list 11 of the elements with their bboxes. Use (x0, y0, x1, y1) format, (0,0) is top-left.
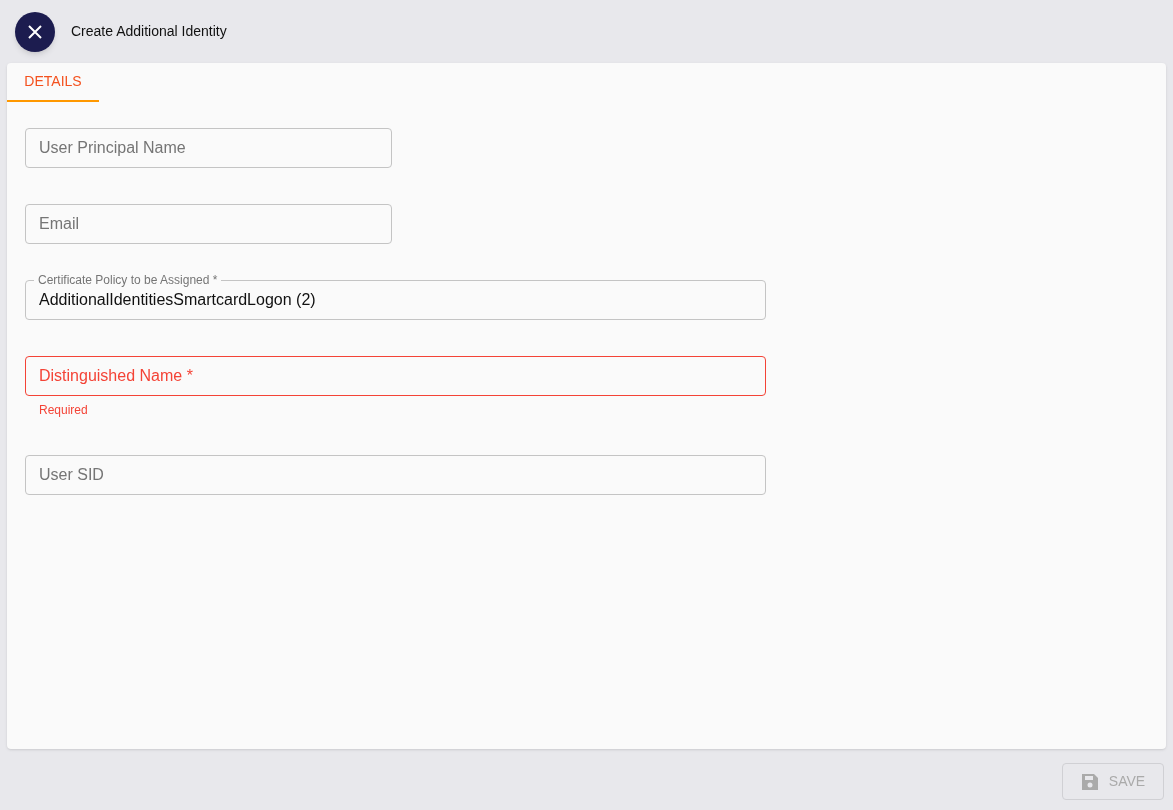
close-icon (28, 24, 42, 39)
field-label: Certificate Policy to be Assigned * (34, 273, 222, 287)
field-label: User Principal Name (39, 138, 186, 158)
field-label: User SID (39, 465, 104, 485)
field-value: AdditionalIdentitiesSmartcardLogon (2) (39, 290, 316, 310)
field-label: Email (39, 214, 79, 234)
helper-text: Required (39, 402, 89, 419)
close-button[interactable] (15, 11, 55, 52)
field-label: Distinguished Name * (39, 366, 193, 386)
tab[interactable]: DETAILS (7, 63, 99, 102)
dialog-title: Create Additional Identity (71, 22, 227, 41)
